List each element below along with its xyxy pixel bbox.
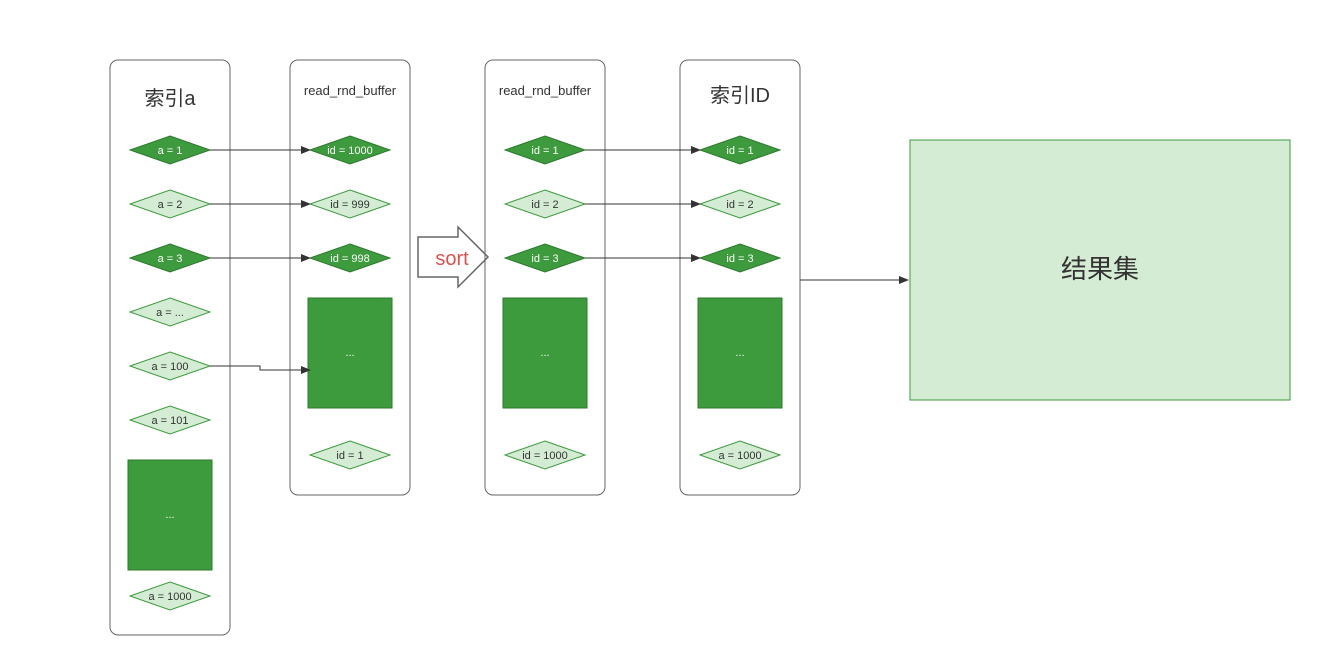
- svg-text:id = 3: id = 3: [726, 253, 753, 265]
- svg-text:a = 3: a = 3: [158, 253, 183, 265]
- svg-text:...: ...: [735, 347, 744, 359]
- col1-items-item-4: a = 100: [130, 352, 210, 380]
- col4-title: 索引ID: [710, 84, 770, 107]
- svg-text:id = 998: id = 998: [330, 253, 369, 265]
- svg-text:...: ...: [165, 509, 174, 521]
- column-index-a: 索引a a = 1 a = 2 a = 3 a = ... a = 100 a = 101…: [110, 60, 230, 635]
- svg-text:id = 1: id = 1: [726, 145, 753, 157]
- col4-items: id = 1 id = 2 id = 3: [700, 136, 780, 272]
- col2-last: id = 1: [310, 441, 390, 469]
- svg-text:id = 1000: id = 1000: [522, 450, 568, 462]
- column-buffer-1: read_rnd_buffer id = 1000 id = 999 id = 99…: [290, 60, 410, 495]
- col3-items-item-1: id = 2: [505, 190, 585, 218]
- col1-items: a = 1 a = 2 a = 3 a = ... a = 100 a = 101: [130, 136, 210, 434]
- svg-text:id = 1000: id = 1000: [327, 145, 373, 157]
- result-box: 结果集: [910, 140, 1290, 400]
- svg-text:id = 1: id = 1: [531, 145, 558, 157]
- col4-items-item-2: id = 3: [700, 244, 780, 272]
- col1-items-item-0: a = 1: [130, 136, 210, 164]
- col1-items-item-1: a = 2: [130, 190, 210, 218]
- svg-text:...: ...: [540, 347, 549, 359]
- column-index-id: 索引ID id = 1 id = 2 id = 3 ... a = 1000: [680, 60, 800, 495]
- col1-items-item-3: a = ...: [130, 298, 210, 326]
- svg-text:a = 1: a = 1: [158, 145, 183, 157]
- svg-text:id = 999: id = 999: [330, 199, 369, 211]
- svg-text:id = 2: id = 2: [726, 199, 753, 211]
- col2-items: id = 1000 id = 999 id = 998: [310, 136, 390, 272]
- svg-text:a = 2: a = 2: [158, 199, 183, 211]
- svg-text:id = 2: id = 2: [531, 199, 558, 211]
- col1-items-item-2: a = 3: [130, 244, 210, 272]
- svg-text:id = 3: id = 3: [531, 253, 558, 265]
- arrows-col1-col2: [210, 150, 310, 370]
- svg-text:a = 100: a = 100: [151, 361, 188, 373]
- col1-title: 索引a: [144, 87, 196, 110]
- col3-items-item-2: id = 3: [505, 244, 585, 272]
- col3-items-item-0: id = 1: [505, 136, 585, 164]
- svg-text:a = 101: a = 101: [151, 415, 188, 427]
- col4-last-diamond: a = 1000: [700, 441, 780, 469]
- svg-text:a = 1000: a = 1000: [148, 591, 191, 603]
- column-buffer-2: read_rnd_buffer id = 1 id = 2 id = 3 ... i…: [485, 60, 605, 495]
- col2-items-item-1: id = 999: [310, 190, 390, 218]
- col1-items-item-5: a = 101: [130, 406, 210, 434]
- col2-items-item-0: id = 1000: [310, 136, 390, 164]
- result-label: 结果集: [1061, 254, 1139, 284]
- col1-last: a = 1000: [130, 582, 210, 610]
- sort-arrow: sort: [418, 227, 488, 287]
- svg-text:a = ...: a = ...: [156, 307, 184, 319]
- col1-last-diamond: a = 1000: [130, 582, 210, 610]
- col3-last: id = 1000: [505, 441, 585, 469]
- col2-last-diamond: id = 1: [310, 441, 390, 469]
- col4-last: a = 1000: [700, 441, 780, 469]
- svg-text:id = 1: id = 1: [336, 450, 363, 462]
- svg-text:...: ...: [345, 347, 354, 359]
- col2-items-item-2: id = 998: [310, 244, 390, 272]
- col4-items-item-0: id = 1: [700, 136, 780, 164]
- sort-label: sort: [435, 248, 469, 270]
- svg-text:a = 1000: a = 1000: [718, 450, 761, 462]
- col3-items: id = 1 id = 2 id = 3: [505, 136, 585, 272]
- col3-title: read_rnd_buffer: [499, 83, 592, 98]
- col4-items-item-1: id = 2: [700, 190, 780, 218]
- col3-last-diamond: id = 1000: [505, 441, 585, 469]
- arrows-col3-col4: [585, 150, 700, 258]
- col2-title: read_rnd_buffer: [304, 83, 397, 98]
